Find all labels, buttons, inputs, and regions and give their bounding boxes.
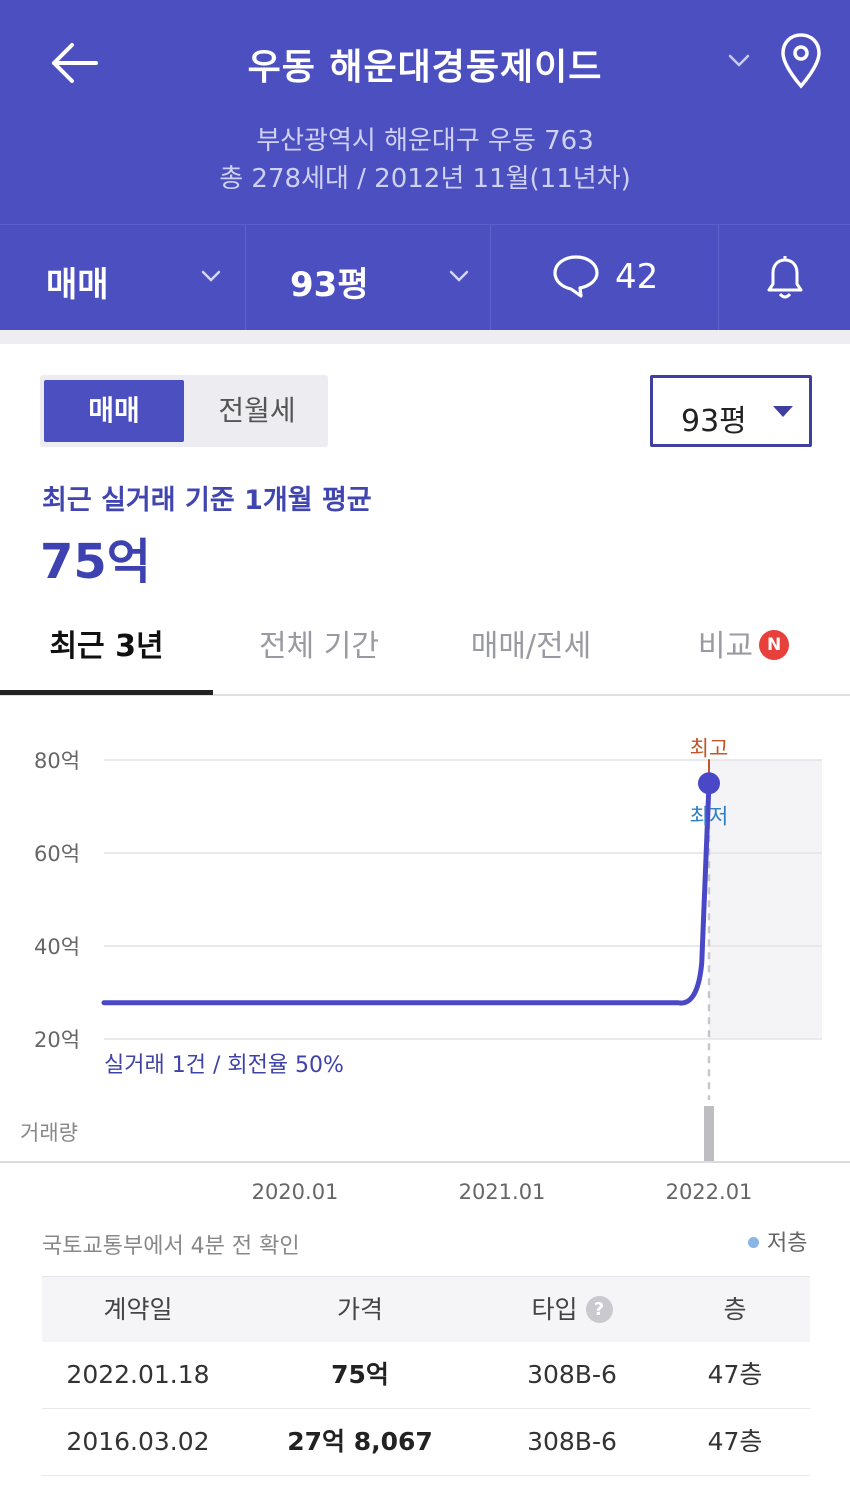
- tab-recent-3y[interactable]: 최근 3년: [0, 610, 213, 696]
- transaction-table: 계약일 가격 타입? 층 2022.01.18 75억 308B-6 47층 2…: [42, 1276, 810, 1476]
- chevron-down-icon: [449, 270, 469, 282]
- size-select-value: 93평: [681, 404, 747, 439]
- address: 부산광역시 해운대구 우동 763: [256, 126, 594, 156]
- chart-recent-band: [709, 760, 822, 1039]
- tab-label: 매매/전세: [470, 629, 592, 664]
- average-label: 최근 실거래 기준 1개월 평균: [42, 485, 372, 516]
- section-divider: [0, 330, 850, 344]
- chart-y-tick-label: 20억: [34, 1028, 80, 1052]
- chart-x-axis: 2020.01 2021.01 2022.01: [252, 1180, 753, 1204]
- toggle-sale[interactable]: 매매: [44, 380, 184, 442]
- chart-y-tick-label: 40억: [34, 935, 80, 959]
- new-badge: N: [759, 629, 790, 660]
- legend-dot-icon: [748, 1236, 759, 1248]
- cell-price: 27억 8,067: [287, 1427, 433, 1456]
- cell-type: 308B-6: [527, 1360, 617, 1389]
- chat-bubble-icon: [553, 255, 599, 298]
- chart-data-point[interactable]: [698, 772, 720, 795]
- bell-icon: [767, 256, 803, 299]
- table-header: 계약일 가격 타입? 층: [42, 1276, 810, 1342]
- chart-y-tick-label: 60억: [34, 842, 80, 866]
- header-contract-date: 계약일: [103, 1295, 173, 1324]
- trade-type-toggle: 매매 전월세: [40, 375, 328, 447]
- header-type-label: 타입: [531, 1295, 578, 1324]
- price-chart: 80억60억40억20억 최고 최저 실거래 1건 / 회전율 50% 거래량 …: [0, 736, 850, 1204]
- cell-date: 2022.01.18: [66, 1360, 210, 1389]
- data-source-text: 국토교통부에서 4분 전 확인: [42, 1234, 300, 1259]
- app-header: 우동 해운대경동제이드 부산광역시 해운대구 우동 763 총 278세대 / …: [0, 0, 850, 224]
- volume-bars: [704, 1106, 714, 1162]
- comments-button[interactable]: 42: [491, 225, 719, 331]
- chart-x-tick-label: 2020.01: [252, 1180, 339, 1204]
- size-select[interactable]: 93평: [650, 375, 812, 447]
- cell-floor: 47층: [707, 1427, 763, 1456]
- legend-label: 저층: [767, 1231, 808, 1256]
- toggle-rent[interactable]: 전월세: [190, 380, 324, 442]
- cell-date: 2016.03.02: [66, 1427, 210, 1456]
- map-button[interactable]: [776, 30, 826, 92]
- tab-all-period[interactable]: 전체 기간: [213, 610, 425, 696]
- comment-count: 42: [615, 257, 659, 297]
- tab-sale-rent[interactable]: 매매/전세: [425, 610, 637, 696]
- period-tabs: 최근 3년 전체 기간 매매/전세 비교 N: [0, 610, 850, 696]
- chart-info-text: 실거래 1건 / 회전율 50%: [104, 1053, 344, 1078]
- table-row[interactable]: 2022.01.18 75억 308B-6 47층: [42, 1342, 810, 1409]
- chart-x-tick-label: 2021.01: [459, 1180, 546, 1204]
- tab-label: 최근 3년: [49, 629, 164, 664]
- chart-low-label: 최저: [690, 804, 729, 828]
- header-price: 가격: [336, 1295, 383, 1324]
- volume-label: 거래량: [20, 1121, 78, 1145]
- tab-label: 비교: [697, 629, 754, 664]
- chart-y-tick-label: 80억: [34, 749, 80, 773]
- chart-series-line: [101, 780, 712, 1006]
- chart-high-label: 최고: [690, 736, 729, 760]
- cell-floor: 47층: [707, 1360, 763, 1389]
- header-floor: 층: [723, 1295, 747, 1324]
- tab-label: 전체 기간: [259, 629, 379, 664]
- trade-type-dropdown[interactable]: 매매: [0, 225, 246, 331]
- header-type: 타입?: [482, 1277, 662, 1343]
- caret-down-icon: [773, 406, 793, 417]
- filter-bar: 매매 93평 42: [0, 224, 850, 331]
- complex-select-button[interactable]: [722, 44, 756, 78]
- cell-price: 75억: [331, 1360, 389, 1389]
- trade-type-value: 매매: [46, 265, 109, 305]
- chevron-down-icon: [728, 54, 750, 67]
- active-tab-indicator: [0, 690, 213, 695]
- table-row[interactable]: 2016.03.02 27억 8,067 308B-6 47층: [42, 1409, 810, 1476]
- location-pin-icon: [781, 33, 821, 89]
- average-value: 75억: [40, 534, 151, 590]
- cell-type: 308B-6: [527, 1427, 617, 1456]
- chart-y-axis: 80억 60억 40억 20억: [34, 749, 80, 1052]
- volume-bar: [704, 1106, 714, 1162]
- notification-button[interactable]: [719, 225, 850, 331]
- complex-summary: 총 278세대 / 2012년 11월(11년차): [219, 164, 631, 194]
- chevron-down-icon: [201, 270, 221, 282]
- legend-low-floor: 저층: [748, 1225, 807, 1257]
- size-value: 93평: [290, 265, 369, 305]
- chart-x-tick-label: 2022.01: [666, 1180, 753, 1204]
- tab-compare[interactable]: 비교 N: [637, 610, 850, 696]
- help-icon[interactable]: ?: [585, 1295, 613, 1323]
- size-dropdown[interactable]: 93평: [246, 225, 491, 331]
